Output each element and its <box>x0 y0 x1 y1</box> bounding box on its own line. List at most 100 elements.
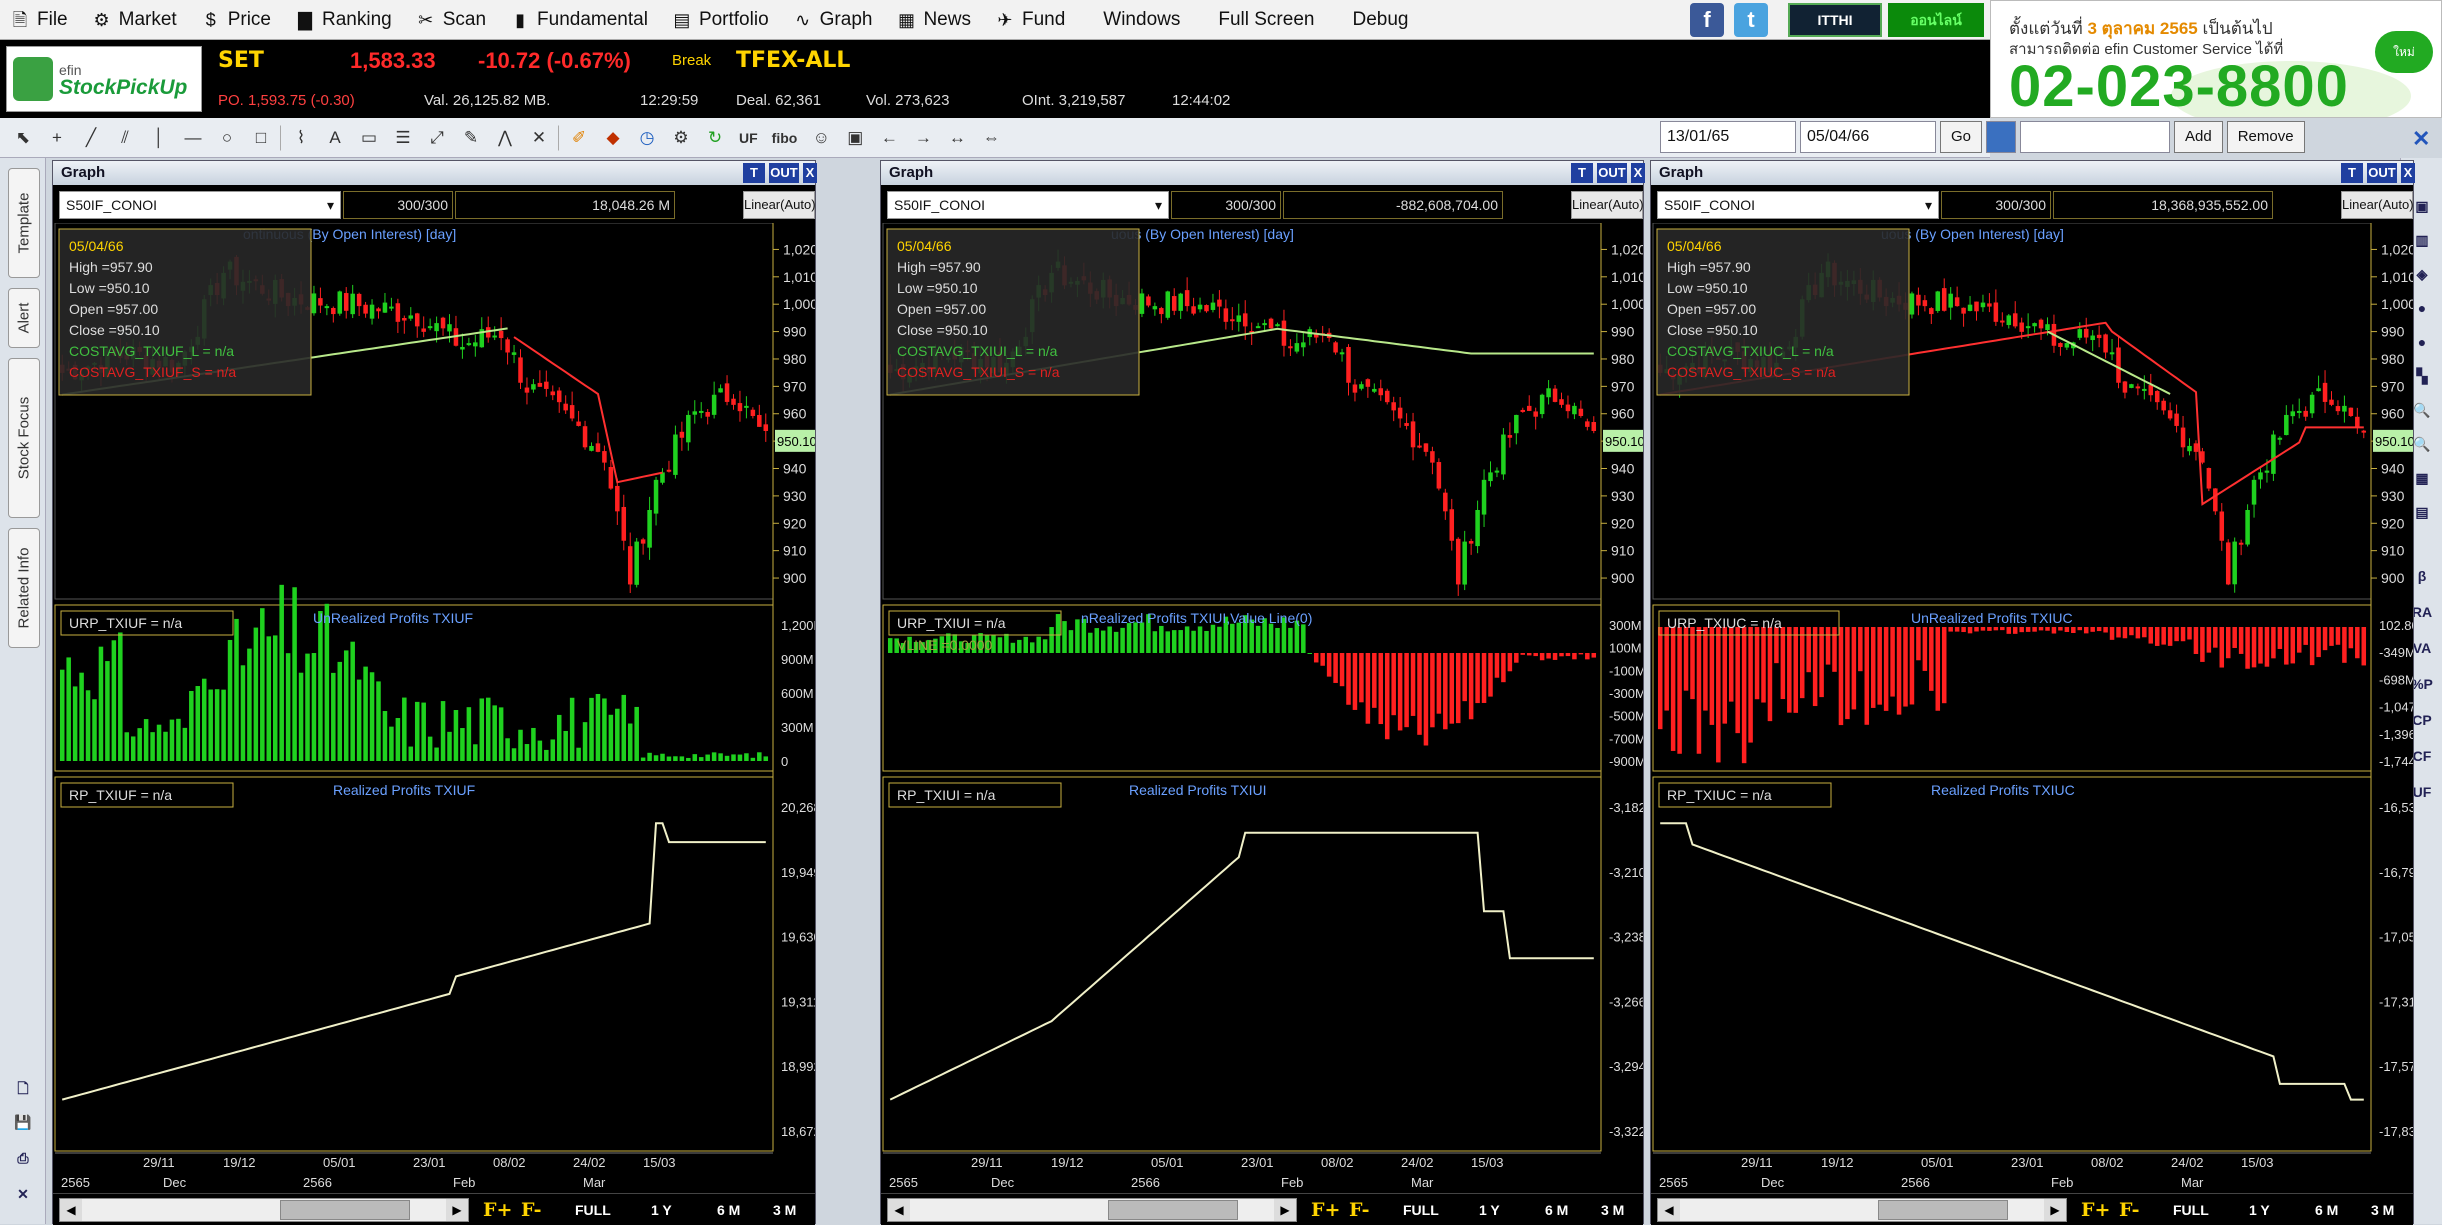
range-full-button[interactable]: FULL <box>1403 1198 1439 1222</box>
chart-area[interactable]: 1,0201,0101,0009909809709609509409309209… <box>53 223 815 1191</box>
range-3m-button[interactable]: 3 M <box>2371 1198 2394 1222</box>
scale-button[interactable]: Linear(Auto) <box>1571 191 1644 219</box>
menu-debug[interactable]: Debug <box>1352 9 1408 31</box>
expand-icon[interactable]: ↔ <box>942 123 972 153</box>
range-6m-button[interactable]: 6 M <box>717 1198 740 1222</box>
range-1y-button[interactable]: 1 Y <box>1479 1198 1500 1222</box>
to-date-input[interactable]: 05/04/66 <box>1800 121 1936 153</box>
panel-close-button[interactable]: X <box>1631 163 1645 183</box>
panel-out-button[interactable]: OUT <box>769 163 799 183</box>
time-scrollbar[interactable]: ◀ ▶ <box>1657 1198 2067 1222</box>
menu-fund[interactable]: ✈ Fund <box>993 8 1065 32</box>
range-full-button[interactable]: FULL <box>575 1198 611 1222</box>
image-icon[interactable]: ▣ <box>840 123 870 153</box>
rectangle-icon[interactable]: □ <box>246 123 276 153</box>
vertical-line-icon[interactable]: │ <box>144 123 174 153</box>
horizontal-line-icon[interactable]: — <box>178 123 208 153</box>
scroll-thumb[interactable] <box>1878 1200 2008 1220</box>
new-icon[interactable]: 🗋 <box>10 1078 36 1100</box>
panel-t-button[interactable]: T <box>2341 163 2363 183</box>
scale-button[interactable]: Linear(Auto) <box>743 191 816 219</box>
panel-t-button[interactable]: T <box>743 163 765 183</box>
menu-market[interactable]: ⚙ Market <box>90 8 177 32</box>
side-tab-stock-focus[interactable]: Stock Focus <box>8 358 40 518</box>
itthi-button[interactable]: ITTHI <box>1788 3 1882 37</box>
symbol-select[interactable]: S50IF_CONOI <box>59 191 341 219</box>
scroll-left-icon[interactable]: ◀ <box>60 1199 82 1221</box>
zoom-in-button[interactable]: F+ <box>2081 1198 2110 1222</box>
symbol-select[interactable]: S50IF_CONOI <box>1657 191 1939 219</box>
zoom-out-button[interactable]: F- <box>521 1198 542 1222</box>
menu-fullscreen[interactable]: Full Screen <box>1218 9 1314 31</box>
trendline-icon[interactable]: ╱ <box>76 123 106 153</box>
range-1y-button[interactable]: 1 Y <box>2249 1198 2270 1222</box>
fibonacci-icon[interactable]: ⌇ <box>286 123 316 153</box>
arrow-right-icon[interactable]: → <box>908 123 938 153</box>
scroll-right-icon[interactable]: ▶ <box>446 1199 468 1221</box>
menu-windows[interactable]: Windows <box>1103 9 1180 31</box>
range-1y-button[interactable]: 1 Y <box>651 1198 672 1222</box>
pointer-icon[interactable]: ⬉ <box>8 123 38 153</box>
facebook-icon[interactable]: f <box>1690 3 1724 37</box>
range-6m-button[interactable]: 6 M <box>1545 1198 1568 1222</box>
parallel-icon[interactable]: ⫽ <box>110 123 140 153</box>
range-3m-button[interactable]: 3 M <box>1601 1198 1624 1222</box>
settings-icon[interactable]: ⚙ <box>666 123 696 153</box>
refresh-icon[interactable]: ↻ <box>700 123 730 153</box>
range-full-button[interactable]: FULL <box>2173 1198 2209 1222</box>
twitter-icon[interactable]: t <box>1734 3 1768 37</box>
close-icon[interactable]: ✕ <box>2412 126 2430 152</box>
scroll-thumb[interactable] <box>1108 1200 1238 1220</box>
panel-out-button[interactable]: OUT <box>1597 163 1627 183</box>
scroll-right-icon[interactable]: ▶ <box>1274 1199 1296 1221</box>
zoom-chart-icon[interactable]: ⤢ <box>422 123 452 153</box>
circle-icon[interactable]: ○ <box>212 123 242 153</box>
print-icon[interactable]: ⎙ <box>10 1150 36 1172</box>
go-button[interactable]: Go <box>1940 121 1983 153</box>
symbol-select[interactable]: S50IF_CONOI <box>887 191 1169 219</box>
scale-button[interactable]: Linear(Auto) <box>2341 191 2414 219</box>
range-6m-button[interactable]: 6 M <box>2315 1198 2338 1222</box>
menu-price[interactable]: $ Price <box>199 8 271 32</box>
scroll-left-icon[interactable]: ◀ <box>1658 1199 1680 1221</box>
menu-portfolio[interactable]: ▤ Portfolio <box>670 8 768 32</box>
menu-ranking[interactable]: ▇ Ranking <box>293 8 392 32</box>
chart-area[interactable]: 1,0201,0101,0009909809709609509409309209… <box>1651 223 2413 1191</box>
efin-logo[interactable]: efin StockPickUp <box>6 46 202 112</box>
customer-service-ad[interactable]: ตั้งแต่วันที่ 3 ตุลาคม 2565 เป็นต้นไป สา… <box>1990 0 2442 118</box>
side-tab-template[interactable]: Template <box>8 168 40 278</box>
crosshair-icon[interactable]: + <box>42 123 72 153</box>
text-icon[interactable]: A <box>320 123 350 153</box>
lines-icon[interactable]: ☰ <box>388 123 418 153</box>
menu-file[interactable]: 🗎 File <box>8 8 68 32</box>
contract-icon[interactable]: ⇔ <box>976 123 1006 153</box>
remove-button[interactable]: Remove <box>2226 121 2305 153</box>
person-icon[interactable]: ☺ <box>806 123 836 153</box>
zoom-out-button[interactable]: F- <box>1349 1198 1370 1222</box>
arrow-left-icon[interactable]: ← <box>874 123 904 153</box>
menu-fundamental[interactable]: ▮ Fundamental <box>508 8 648 32</box>
brush-icon[interactable]: ✐ <box>564 123 594 153</box>
zoom-out-button[interactable]: F- <box>2119 1198 2140 1222</box>
save-icon[interactable]: 💾 <box>10 1114 36 1136</box>
menu-scan[interactable]: ✂ Scan <box>414 8 486 32</box>
from-date-input[interactable]: 13/01/65 <box>1660 121 1796 153</box>
uf-button[interactable]: UF <box>734 123 763 153</box>
panel-close-button[interactable]: X <box>803 163 817 183</box>
chart-area[interactable]: 1,0201,0101,0009909809709609509409309209… <box>881 223 1643 1191</box>
online-button[interactable]: ออนไลน์ <box>1888 3 1984 37</box>
display-icon[interactable]: ▭ <box>354 123 384 153</box>
palette-icon[interactable]: ◆ <box>598 123 628 153</box>
fibo-button[interactable]: fibo <box>767 123 803 153</box>
close-icon[interactable]: ✕ <box>10 1186 36 1208</box>
side-tab-alert[interactable]: Alert <box>8 288 40 348</box>
side-tab-related-info[interactable]: Related Info <box>8 528 40 648</box>
panel-t-button[interactable]: T <box>1571 163 1593 183</box>
panel-close-button[interactable]: X <box>2401 163 2415 183</box>
time-scrollbar[interactable]: ◀ ▶ <box>59 1198 469 1222</box>
scroll-right-icon[interactable]: ▶ <box>2044 1199 2066 1221</box>
zoom-in-button[interactable]: F+ <box>483 1198 512 1222</box>
delete-icon[interactable]: ✕ <box>524 123 554 153</box>
panel-out-button[interactable]: OUT <box>2367 163 2397 183</box>
scroll-left-icon[interactable]: ◀ <box>888 1199 910 1221</box>
